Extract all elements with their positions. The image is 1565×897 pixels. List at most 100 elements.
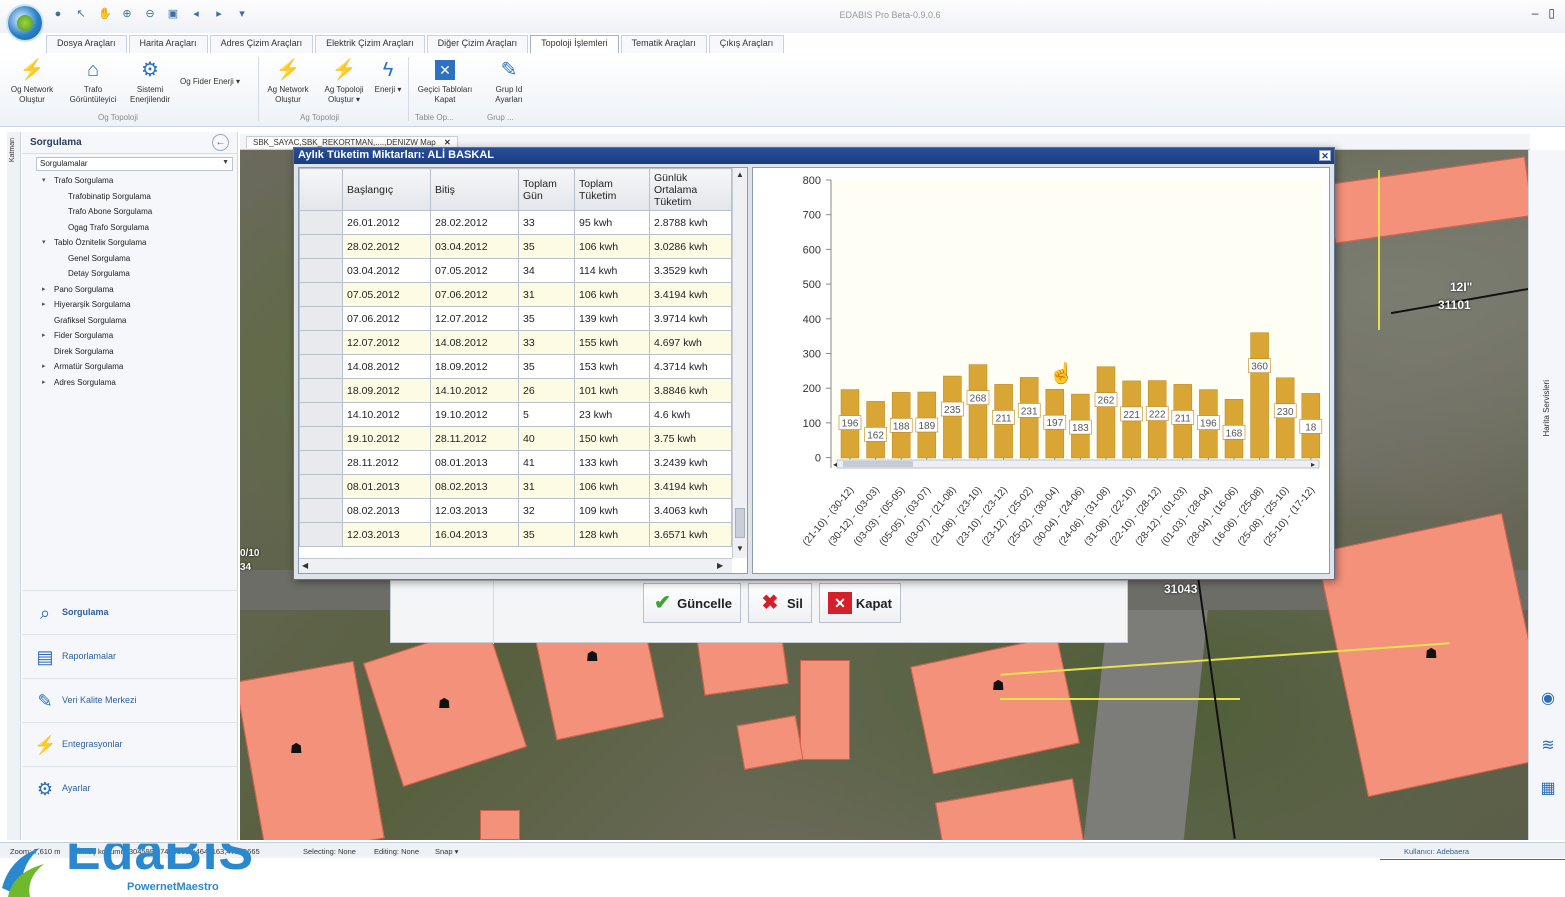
table-cell[interactable]: 28.11.2012	[342, 450, 431, 475]
row-header[interactable]	[299, 306, 343, 331]
table-cell[interactable]: 14.08.2012	[342, 354, 431, 379]
table-cell[interactable]: 114 kwh	[574, 258, 650, 283]
tree-item[interactable]: Ogag Trafo Sorgulama	[22, 220, 237, 236]
table-cell[interactable]: 3.8846 kwh	[649, 378, 732, 403]
chart-scroll-left-icon[interactable]: ◂	[833, 460, 837, 469]
enerji-button[interactable]: ϟ Enerji ▾	[372, 57, 404, 95]
customer-marker[interactable]: ☗	[1425, 645, 1438, 662]
tab-cikis[interactable]: Çıkış Araçları	[708, 35, 785, 53]
zoom-in-icon[interactable]: ⊕	[121, 8, 133, 20]
table-cell[interactable]: 19.10.2012	[342, 426, 431, 451]
table-row[interactable]: 07.06.2012 12.07.2012 35 139 kwh 3.9714 kwh	[299, 306, 732, 331]
table-cell[interactable]: 33	[518, 210, 575, 235]
table-cell[interactable]: 3.2439 kwh	[649, 450, 732, 475]
table-cell[interactable]: 12.07.2012	[342, 330, 431, 355]
minimize-button[interactable]: –	[1532, 6, 1539, 20]
app-logo[interactable]	[8, 6, 42, 40]
table-cell[interactable]: 34	[518, 258, 575, 283]
restore-button[interactable]: ▯	[1548, 6, 1555, 20]
table-cell[interactable]: 32	[518, 498, 575, 523]
scroll-down-icon[interactable]: ▼	[736, 544, 744, 553]
table-cell[interactable]: 3.6571 kwh	[649, 522, 732, 547]
customer-marker[interactable]: ☗	[290, 740, 303, 757]
tab-adres-cizim[interactable]: Adres Çizim Araçları	[209, 35, 314, 53]
column-header[interactable]: Toplam Gün	[518, 168, 575, 211]
grup-id-button[interactable]: ✎ Grup Id Ayarları	[486, 57, 532, 105]
row-header[interactable]	[299, 402, 343, 427]
back-icon[interactable]: ←	[212, 134, 229, 151]
snap-menu[interactable]: Snap ▾	[435, 847, 458, 856]
zoom-out-icon[interactable]: ⊖	[144, 8, 156, 20]
table-row[interactable]: 08.01.2013 08.02.2013 31 106 kwh 3.4194 kwh	[299, 474, 732, 499]
nav-ayarlar[interactable]: ⚙ Ayarlar	[22, 766, 238, 810]
tab-harita[interactable]: Harita Araçları	[128, 35, 208, 53]
tab-topoloji[interactable]: Topoloji İşlemleri	[530, 35, 619, 53]
table-cell[interactable]: 28.02.2012	[342, 234, 431, 259]
table-row[interactable]: 14.10.2012 19.10.2012 5 23 kwh 4.6 kwh	[299, 402, 732, 427]
expand-icon[interactable]: ▸	[42, 297, 46, 313]
expand-icon[interactable]: ▸	[42, 375, 46, 391]
table-cell[interactable]: 28.11.2012	[430, 426, 519, 451]
tree-item[interactable]: Direk Sorgulama	[22, 344, 237, 360]
table-cell[interactable]: 08.01.2013	[430, 450, 519, 475]
table-row[interactable]: 28.02.2012 03.04.2012 35 106 kwh 3.0286 kwh	[299, 234, 732, 259]
table-cell[interactable]: 40	[518, 426, 575, 451]
nav-sorgulama[interactable]: ⌕ Sorgulama	[22, 590, 238, 634]
table-row[interactable]: 07.05.2012 07.06.2012 31 106 kwh 3.4194 kwh	[299, 282, 732, 307]
table-row[interactable]: 12.07.2012 14.08.2012 33 155 kwh 4.697 kwh	[299, 330, 732, 355]
table-cell[interactable]: 106 kwh	[574, 234, 650, 259]
close-icon[interactable]: ✕	[1319, 150, 1331, 161]
table-cell[interactable]: 12.03.2013	[342, 522, 431, 547]
og-network-button[interactable]: ⚡ Og Network Oluştur	[6, 57, 58, 105]
row-header[interactable]	[299, 378, 343, 403]
close-icon[interactable]: ✕	[444, 138, 451, 147]
layers-icon[interactable]: ≋	[1538, 735, 1558, 755]
row-header[interactable]	[299, 330, 343, 355]
table-cell[interactable]: 4.697 kwh	[649, 330, 732, 355]
table-cell[interactable]: 2.8788 kwh	[649, 210, 732, 235]
tree-item[interactable]: ▸ Hiyerarşik Sorgulama	[22, 297, 237, 313]
tree-item[interactable]: ▸ Adres Sorgulama	[22, 375, 237, 391]
bar[interactable]	[1250, 332, 1269, 459]
tree-item[interactable]: ▸ Armatür Sorgulama	[22, 359, 237, 375]
row-header[interactable]	[299, 522, 343, 547]
table-cell[interactable]: 31	[518, 474, 575, 499]
table-row[interactable]: 26.01.2012 28.02.2012 33 95 kwh 2.8788 kwh	[299, 210, 732, 235]
table-cell[interactable]: 12.03.2013	[430, 498, 519, 523]
table-cell[interactable]: 19.10.2012	[430, 402, 519, 427]
scroll-right-icon[interactable]: ▶	[717, 561, 723, 570]
tree-item[interactable]: Detay Sorgulama	[22, 266, 237, 282]
ag-topoloji-button[interactable]: ⚡ Ag Topoloji Oluştur ▾	[318, 57, 370, 105]
table-cell[interactable]: 3.4194 kwh	[649, 474, 732, 499]
table-row[interactable]: 18.09.2012 14.10.2012 26 101 kwh 3.8846 kwh	[299, 378, 732, 403]
row-header[interactable]	[299, 234, 343, 259]
table-cell[interactable]: 31	[518, 282, 575, 307]
globe-icon[interactable]: ◉	[1538, 688, 1558, 708]
row-header[interactable]	[299, 426, 343, 451]
scroll-up-icon[interactable]: ▲	[736, 170, 744, 179]
table-cell[interactable]: 14.10.2012	[430, 378, 519, 403]
column-header[interactable]: Günlük Ortalama Tüketim	[649, 168, 732, 211]
vertical-scrollbar[interactable]: ▲ ▼	[732, 168, 747, 558]
table-cell[interactable]: 35	[518, 234, 575, 259]
tab-diger-cizim[interactable]: Diğer Çizim Araçları	[426, 35, 529, 53]
tree-item[interactable]: ▾ Tablo Özniteliк Sorgulama	[22, 235, 237, 251]
table-cell[interactable]: 18.09.2012	[430, 354, 519, 379]
tree-item[interactable]: ▸ Fider Sorgulama	[22, 328, 237, 344]
table-cell[interactable]: 07.06.2012	[430, 282, 519, 307]
table-cell[interactable]: 3.0286 kwh	[649, 234, 732, 259]
expand-icon[interactable]: ▸	[42, 359, 46, 375]
tree-item[interactable]: Trafo Abone Sorgulama	[22, 204, 237, 220]
table-cell[interactable]: 128 kwh	[574, 522, 650, 547]
pan-icon[interactable]: ✋	[98, 8, 112, 20]
row-header[interactable]	[299, 498, 343, 523]
nav-raporlamalar[interactable]: ▤ Raporlamalar	[22, 634, 238, 678]
collapse-icon[interactable]: ▾	[42, 235, 46, 251]
table-cell[interactable]: 3.4194 kwh	[649, 282, 732, 307]
table-cell[interactable]: 03.04.2012	[342, 258, 431, 283]
table-cell[interactable]: 3.4063 kwh	[649, 498, 732, 523]
map-icon[interactable]: ▦	[1538, 778, 1558, 798]
kapat-button[interactable]: ✕ Kapat	[819, 583, 901, 623]
table-cell[interactable]: 153 kwh	[574, 354, 650, 379]
table-cell[interactable]: 28.02.2012	[430, 210, 519, 235]
